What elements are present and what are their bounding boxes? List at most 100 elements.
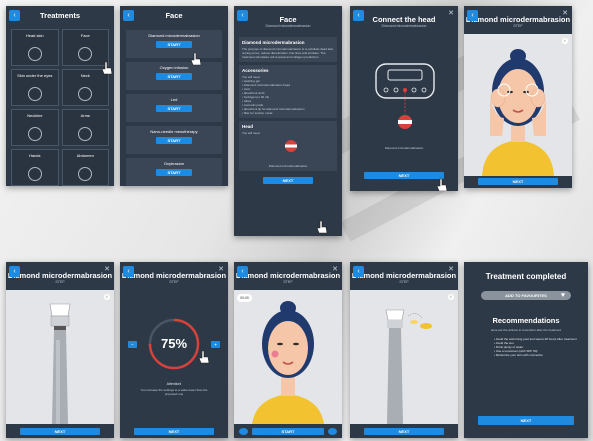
next-button[interactable]: NEXT [134,428,214,435]
head-panel: Head You will need Diamond microdermabra… [239,121,337,171]
close-icon[interactable]: ✕ [104,265,110,273]
neckline-icon [27,127,42,141]
treatment-option: Nano-needle mesotherapy START [126,126,222,154]
back-button[interactable]: ‹ [353,266,364,277]
screen-title: Diamond microdermabrasion [121,270,227,280]
back-button[interactable]: ‹ [9,10,20,21]
favourites-label: ADD TO FAVOURITES [505,293,547,298]
illustration-area: i [464,34,572,176]
info-icon[interactable]: i [104,294,110,300]
screen-title: Connect the head [372,14,436,24]
header: ‹ ✕ Diamond microdermabrasion STEP [120,262,228,290]
treatment-tile[interactable]: Head skin [11,29,59,66]
treatment-tile[interactable]: Neckline [11,109,59,146]
recommendations-title: Recommendations [492,316,560,325]
heart-icon: ♥ [560,292,565,299]
back-button[interactable]: ‹ [353,10,364,21]
microdermabrasion-head-icon [285,140,297,152]
back-button[interactable]: ‹ [9,266,20,277]
start-button[interactable]: START [156,169,192,176]
next-button[interactable]: NEXT [478,416,574,425]
treatment-tile[interactable]: Hands [11,149,59,186]
back-button[interactable]: ‹ [123,266,134,277]
info-icon[interactable]: i [562,38,568,44]
next-button[interactable]: NEXT [263,177,313,184]
next-button[interactable]: NEXT [364,428,444,435]
screen-title: Treatment completed [485,272,567,281]
add-to-favourites-button[interactable]: ADD TO FAVOURITES ♥ [481,291,571,300]
hand-cursor-icon [316,220,328,234]
next-button[interactable]: NEXT [364,172,444,179]
screen-title: Diamond microdermabrasion [465,14,571,24]
increase-button[interactable]: + [211,341,220,348]
header: ‹ Face [120,6,228,26]
head-icon [27,47,42,61]
accessories-title: Accessories [242,68,269,73]
face-icon [78,47,93,61]
screen-subtitle: Diamond microdermabrasion [381,23,427,28]
start-button[interactable]: START [156,105,192,112]
screen-title: Face [165,11,183,20]
header: ‹ ✕ Diamond microdermabrasion STEP [350,262,458,290]
step-label: STEP [283,279,293,284]
treatment-tile[interactable]: Abdomen [61,149,109,186]
screen-subtitle: Diamond microdermabrasion [265,23,311,28]
start-button[interactable]: START [156,41,192,48]
close-icon[interactable]: ✕ [448,265,454,273]
hand-cursor-icon [198,350,210,364]
hand-cursor-icon [190,52,202,66]
arms-icon [78,127,93,141]
step-label: STEP [169,279,179,284]
face-screen: ‹ Face Diamond microdermabrasion START Oxy… [120,6,228,186]
start-button[interactable]: START [156,73,192,80]
woman-face-illustration [252,301,324,424]
treatment-label: Face [80,33,90,38]
accessories-list: • washing gel • Diamond microdermabrasion… [242,79,334,115]
start-button[interactable]: START [252,428,324,435]
treatment-name: Oxybrasion [163,161,185,166]
handpiece-with-pads-illustration [385,309,432,424]
back-button[interactable]: ‹ [237,266,248,277]
recommendations-subtitle: Here are the actions to remember after t… [490,328,562,332]
left-nav-button[interactable] [239,428,248,435]
back-button[interactable]: ‹ [237,10,248,21]
face-detail-screen: ‹ Face Diamond microdermabrasion Diamond… [234,6,342,236]
connect-head-screen: ‹ ✕ Connect the head Diamond microdermab… [350,6,458,191]
back-button[interactable]: ‹ [467,10,478,21]
neck-icon [78,87,93,101]
treatment-label: Skin under the eyes [17,73,53,78]
treatment-label: Head skin [25,33,44,38]
attention-title: Attention! [166,382,182,386]
illustration-area: i [6,290,114,424]
treatments-screen: ‹ Treatments Head skin Face Skin under the… [6,6,114,186]
treatment-label: Arms [80,113,90,118]
treatment-name: Led [170,97,178,102]
treatment-tile[interactable]: Arms [61,109,109,146]
right-nav-button[interactable] [328,428,337,435]
diamond-step-3-screen: ‹ ✕ Diamond microdermabrasion STEP 75% −… [120,262,228,438]
eyes-icon [27,87,42,101]
back-button[interactable]: ‹ [123,10,134,21]
hand-cursor-icon [101,61,113,75]
screen-title: Diamond microdermabrasion [7,270,113,280]
close-icon[interactable]: ✕ [218,265,224,273]
close-icon[interactable]: ✕ [332,265,338,273]
next-button[interactable]: NEXT [478,178,558,185]
step-label: STEP [399,279,409,284]
treatment-name: Nano-needle mesotherapy [150,129,198,134]
header: ‹ ✕ Diamond microdermabrasion STEP [6,262,114,290]
next-button[interactable]: NEXT [20,428,100,435]
treatment-label: Neckline [27,113,43,118]
treatment-tile[interactable]: Skin under the eyes [11,69,59,106]
illustration-area: 00:00 [234,290,342,424]
start-button[interactable]: START [156,137,192,144]
diamond-step-5-screen: ‹ ✕ Diamond microdermabrasion STEP i NEX… [350,262,458,438]
hand-cursor-icon [436,178,448,191]
close-icon[interactable]: ✕ [448,9,454,17]
microdermabrasion-handpiece-illustration [49,303,71,424]
info-icon[interactable]: i [448,294,454,300]
decrease-button[interactable]: − [128,341,137,348]
panel-title: Diamond microdermabrasion [242,40,305,45]
close-icon[interactable]: ✕ [562,9,568,17]
accessories-panel: Accessories You will need • washing gel •… [239,65,337,118]
